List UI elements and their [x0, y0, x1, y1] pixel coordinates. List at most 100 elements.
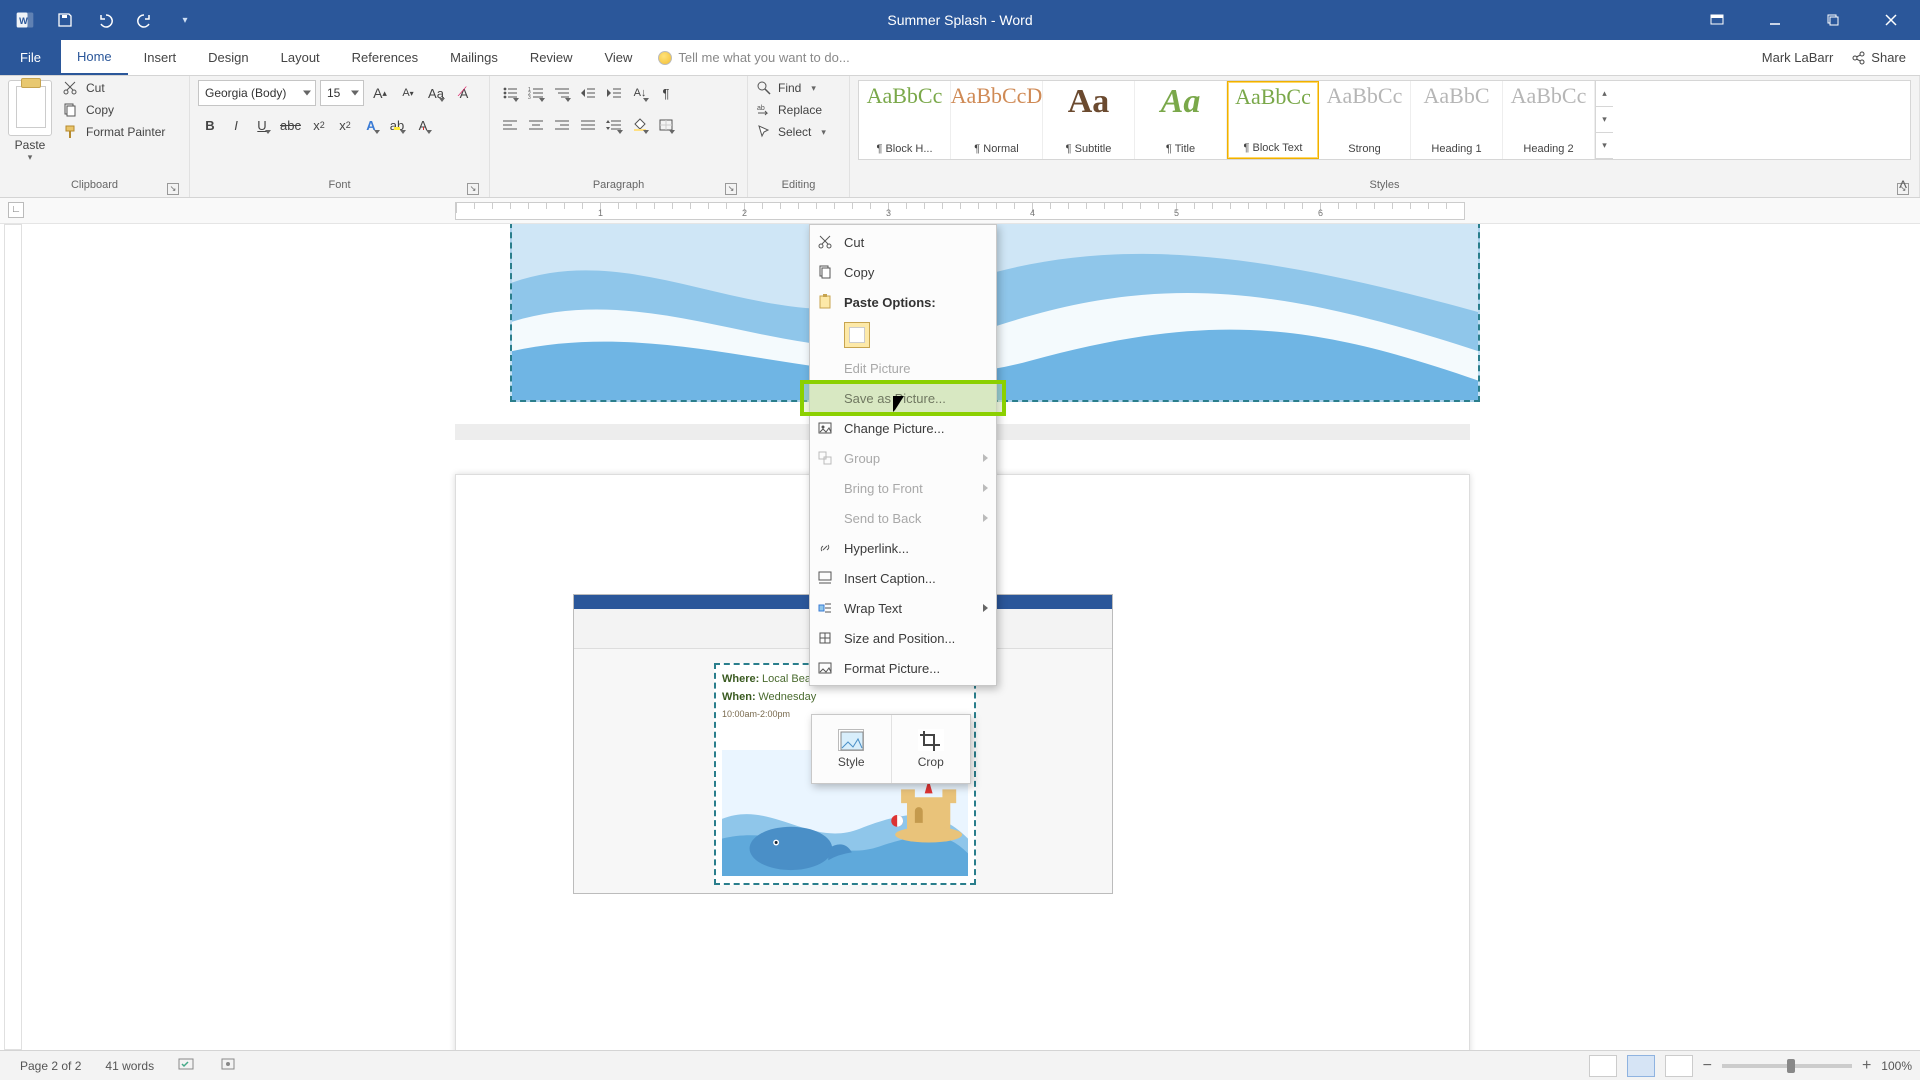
style-item[interactable]: AaBbCHeading 1	[1411, 81, 1503, 159]
numbering-button[interactable]: 123	[524, 80, 548, 106]
tell-me-placeholder: Tell me what you want to do...	[678, 50, 849, 65]
font-color-button[interactable]: A	[411, 112, 435, 138]
select-button[interactable]: Select▾	[756, 124, 841, 140]
ctx-hyperlink[interactable]: Hyperlink...	[810, 533, 996, 563]
paste-button[interactable]: Paste ▾	[8, 80, 56, 163]
save-icon[interactable]	[54, 9, 76, 31]
shading-button[interactable]	[628, 112, 652, 138]
show-paragraph-marks-button[interactable]: ¶	[654, 80, 678, 106]
collapse-ribbon-icon[interactable]: ˄	[1892, 177, 1914, 195]
font-name-input[interactable]	[198, 80, 316, 106]
tab-file[interactable]: File	[0, 40, 61, 75]
ctx-cut[interactable]: Cut	[810, 227, 996, 257]
status-macro-icon[interactable]	[208, 1057, 248, 1074]
undo-icon[interactable]	[94, 9, 116, 31]
tab-selector[interactable]: ∟	[8, 202, 24, 218]
increase-indent-button[interactable]	[602, 80, 626, 106]
close-button[interactable]	[1862, 0, 1920, 40]
format-painter-button[interactable]: Format Painter	[62, 124, 165, 140]
mini-style-button[interactable]: Style	[812, 715, 891, 783]
tab-design[interactable]: Design	[192, 40, 264, 75]
read-mode-button[interactable]	[1589, 1055, 1617, 1077]
signed-in-user[interactable]: Mark LaBarr	[1762, 50, 1834, 65]
clipboard-icon	[816, 293, 834, 311]
text-effects-button[interactable]: A	[359, 112, 383, 138]
tab-layout[interactable]: Layout	[265, 40, 336, 75]
print-layout-button[interactable]	[1627, 1055, 1655, 1077]
ctx-change-picture[interactable]: Change Picture...	[810, 413, 996, 443]
bullets-button[interactable]	[498, 80, 522, 106]
tab-mailings[interactable]: Mailings	[434, 40, 514, 75]
share-button[interactable]: Share	[1851, 50, 1906, 65]
clipboard-launcher-icon[interactable]: ↘	[167, 183, 179, 195]
ctx-insert-caption[interactable]: Insert Caption...	[810, 563, 996, 593]
status-page[interactable]: Page 2 of 2	[8, 1059, 93, 1073]
paragraph-launcher-icon[interactable]: ↘	[725, 183, 737, 195]
tab-home[interactable]: Home	[61, 40, 128, 75]
horizontal-ruler[interactable]: 123456	[455, 202, 1465, 220]
style-item[interactable]: Aa¶ Subtitle	[1043, 81, 1135, 159]
ctx-size-and-position[interactable]: Size and Position...	[810, 623, 996, 653]
ctx-copy[interactable]: Copy	[810, 257, 996, 287]
wrap-text-icon	[816, 599, 834, 617]
clear-formatting-button[interactable]: A⟋	[452, 80, 476, 106]
status-spellcheck-icon[interactable]	[166, 1057, 208, 1074]
style-item[interactable]: Aa¶ Title	[1135, 81, 1227, 159]
align-center-button[interactable]	[524, 112, 548, 138]
italic-button[interactable]: I	[224, 112, 248, 138]
ctx-paste-picture-option[interactable]	[810, 317, 996, 353]
tab-insert[interactable]: Insert	[128, 40, 193, 75]
cut-button[interactable]: Cut	[62, 80, 165, 96]
find-button[interactable]: Find▾	[756, 80, 841, 96]
replace-button[interactable]: abReplace	[756, 102, 841, 118]
gallery-scroll-button[interactable]: ▾	[1596, 133, 1613, 159]
font-size-combo[interactable]	[320, 80, 364, 106]
redo-icon[interactable]	[134, 9, 156, 31]
gallery-scroll-button[interactable]: ▴	[1596, 81, 1613, 107]
change-case-button[interactable]: Aa	[424, 80, 448, 106]
decrease-indent-button[interactable]	[576, 80, 600, 106]
style-item[interactable]: AaBbCc¶ Block H...	[859, 81, 951, 159]
ctx-format-picture[interactable]: Format Picture...	[810, 653, 996, 683]
tab-view[interactable]: View	[588, 40, 648, 75]
tab-review[interactable]: Review	[514, 40, 589, 75]
zoom-level[interactable]: 100%	[1881, 1059, 1912, 1073]
font-name-combo[interactable]	[198, 80, 316, 106]
mini-crop-button[interactable]: Crop	[891, 715, 971, 783]
zoom-slider[interactable]	[1722, 1064, 1852, 1068]
borders-button[interactable]	[654, 112, 678, 138]
ribbon-display-options-icon[interactable]	[1688, 0, 1746, 40]
highlight-button[interactable]: ab	[385, 112, 409, 138]
web-layout-button[interactable]	[1665, 1055, 1693, 1077]
superscript-button[interactable]: x2	[333, 112, 357, 138]
style-item[interactable]: AaBbCcStrong	[1319, 81, 1411, 159]
tell-me-search[interactable]: Tell me what you want to do...	[658, 40, 849, 75]
minimize-button[interactable]	[1746, 0, 1804, 40]
shrink-font-button[interactable]: A▾	[396, 80, 420, 106]
qat-customize-icon[interactable]: ▾	[174, 9, 196, 31]
font-launcher-icon[interactable]: ↘	[467, 183, 479, 195]
bold-button[interactable]: B	[198, 112, 222, 138]
zoom-out-button[interactable]: −	[1703, 1057, 1712, 1075]
sort-button[interactable]: A↓	[628, 80, 652, 106]
align-left-button[interactable]	[498, 112, 522, 138]
style-item[interactable]: AaBbCcHeading 2	[1503, 81, 1595, 159]
ctx-wrap-text[interactable]: Wrap Text	[810, 593, 996, 623]
zoom-in-button[interactable]: +	[1862, 1057, 1871, 1075]
subscript-button[interactable]: x2	[307, 112, 331, 138]
maximize-button[interactable]	[1804, 0, 1862, 40]
copy-button[interactable]: Copy	[62, 102, 165, 118]
gallery-scroll-button[interactable]: ▾	[1596, 107, 1613, 133]
grow-font-button[interactable]: A▴	[368, 80, 392, 106]
justify-button[interactable]	[576, 112, 600, 138]
multilevel-list-button[interactable]	[550, 80, 574, 106]
underline-button[interactable]: U	[250, 112, 274, 138]
style-item[interactable]: AaBbCcD¶ Normal	[951, 81, 1043, 159]
line-spacing-button[interactable]	[602, 112, 626, 138]
strikethrough-button[interactable]: abc	[276, 112, 305, 138]
vertical-ruler[interactable]	[4, 224, 22, 1050]
status-words[interactable]: 41 words	[93, 1059, 166, 1073]
tab-references[interactable]: References	[336, 40, 434, 75]
align-right-button[interactable]	[550, 112, 574, 138]
style-item[interactable]: AaBbCc¶ Block Text	[1227, 81, 1319, 159]
